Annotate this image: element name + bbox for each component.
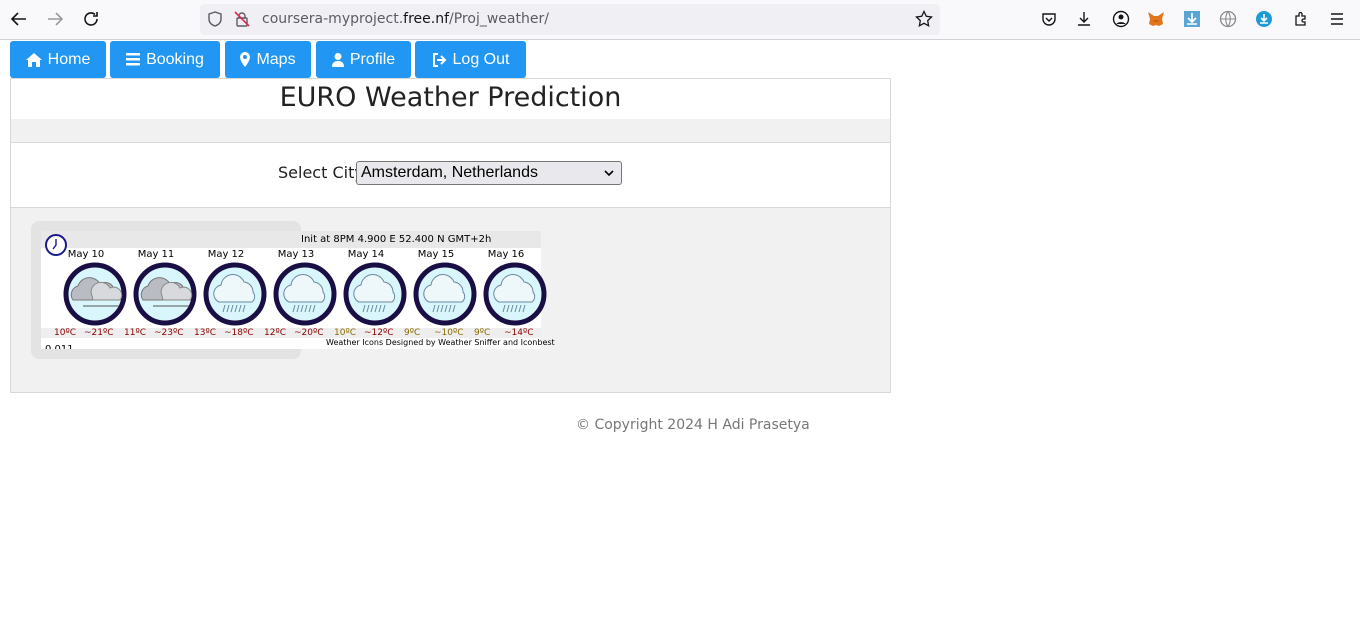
forecast-day: May 16 (471, 248, 547, 328)
profile-button[interactable]: Profile (316, 41, 411, 78)
user-icon (331, 52, 344, 67)
home-icon (25, 52, 42, 67)
low-temperature: 12ºC (264, 328, 286, 338)
maps-button[interactable]: Maps (225, 41, 311, 78)
forecast-area: Init at 8PM 4.900 E 52.400 N GMT+2h May … (11, 208, 890, 392)
booking-label: Booking (146, 50, 204, 68)
cloudy-icon (63, 262, 127, 326)
low-temperature: 10ºC (334, 328, 356, 338)
bars-icon (126, 53, 141, 66)
page-title: EURO Weather Prediction (279, 82, 622, 113)
map-marker-icon (240, 52, 251, 67)
pocket-icon[interactable] (1040, 10, 1058, 28)
metamask-fox-icon[interactable] (1147, 10, 1165, 28)
reload-icon[interactable] (80, 8, 102, 30)
copyright-footer: © Copyright 2024 H Adi Prasetya (576, 417, 810, 433)
forecast-date: May 16 (487, 249, 525, 260)
sign-out-icon (432, 52, 446, 67)
high-temperature: ~14ºC (504, 328, 534, 338)
high-temperature: ~21ºC (84, 328, 114, 338)
low-temperature: 10ºC (54, 328, 76, 338)
booking-button[interactable]: Booking (110, 41, 220, 78)
high-temperature: ~10ºC (434, 328, 464, 338)
forecast-day: May 15 (401, 248, 477, 328)
low-temperature: 11ºC (124, 328, 146, 338)
high-temperature: ~23ºC (154, 328, 184, 338)
temperature-band (41, 328, 541, 338)
home-label: Home (47, 50, 91, 68)
shield-icon[interactable] (207, 11, 223, 31)
account-icon[interactable] (1112, 10, 1130, 28)
forward-arrow-icon[interactable] (44, 8, 66, 30)
high-temperature: ~12ºC (364, 328, 394, 338)
menu-hamburger-icon[interactable] (1328, 10, 1346, 28)
bookmark-star-icon[interactable] (915, 9, 933, 32)
url-prefix: coursera-myproject. (262, 11, 404, 27)
forecast-date: May 11 (137, 249, 175, 260)
download-manager-icon[interactable] (1183, 10, 1201, 28)
forecast-day: May 14 (331, 248, 407, 328)
title-divider-band (11, 119, 890, 143)
widget-footer-text: 0.011 (45, 344, 74, 349)
rain-icon (483, 262, 547, 326)
rain-icon (413, 262, 477, 326)
cloudy-icon (133, 262, 197, 326)
high-temperature: ~20ºC (294, 328, 324, 338)
forecast-widget: Init at 8PM 4.900 E 52.400 N GMT+2h May … (41, 231, 555, 349)
chevron-down-icon (604, 170, 614, 177)
forecast-date: May 12 (207, 249, 245, 260)
forecast-date: May 10 (67, 249, 105, 260)
address-bar[interactable]: coursera-myproject.free.nf/Proj_weather/ (200, 4, 940, 35)
forecast-day: May 12 (191, 248, 267, 328)
browser-toolbar: coursera-myproject.free.nf/Proj_weather/ (0, 0, 1360, 40)
translate-globe-icon[interactable] (1219, 10, 1237, 28)
profile-label: Profile (349, 50, 396, 68)
low-temperature: 13ºC (194, 328, 216, 338)
url-text[interactable]: coursera-myproject.free.nf/Proj_weather/ (262, 11, 549, 27)
widget-header-text: Init at 8PM 4.900 E 52.400 N GMT+2h (301, 234, 492, 245)
forecast-date: May 15 (417, 249, 455, 260)
url-domain: free.nf (403, 11, 450, 27)
downloads-icon[interactable] (1075, 10, 1093, 28)
logout-button[interactable]: Log Out (415, 41, 526, 78)
city-select-value: Amsterdam, Netherlands (361, 164, 538, 181)
forecast-day: May 10 (51, 248, 127, 328)
forecast-day: May 13 (261, 248, 337, 328)
forecast-day: May 11 (121, 248, 197, 328)
weather-panel: EURO Weather Prediction Select City Amst… (10, 78, 891, 393)
url-path: /Proj_weather/ (449, 11, 549, 27)
rain-icon (343, 262, 407, 326)
city-select[interactable]: Amsterdam, Netherlands (356, 161, 622, 185)
forecast-date: May 14 (347, 249, 385, 260)
icon-credit: Weather Icons Designed by Weather Sniffe… (326, 338, 555, 347)
extensions-icon[interactable] (1292, 10, 1310, 28)
high-temperature: ~18ºC (224, 328, 254, 338)
rain-icon (203, 262, 267, 326)
select-city-label: Select City (278, 163, 364, 182)
home-button[interactable]: Home (10, 41, 106, 78)
rain-icon (273, 262, 337, 326)
widget-header: Init at 8PM 4.900 E 52.400 N GMT+2h (41, 231, 541, 248)
city-select-row: Select City Amsterdam, Netherlands (11, 144, 890, 208)
video-downloader-icon[interactable] (1255, 10, 1273, 28)
low-temperature: 9ºC (474, 328, 491, 338)
back-arrow-icon[interactable] (8, 8, 30, 30)
forecast-date: May 13 (277, 249, 315, 260)
low-temperature: 9ºC (404, 328, 421, 338)
insecure-lock-icon[interactable] (234, 11, 250, 31)
maps-label: Maps (256, 50, 296, 68)
logout-label: Log Out (452, 50, 510, 68)
